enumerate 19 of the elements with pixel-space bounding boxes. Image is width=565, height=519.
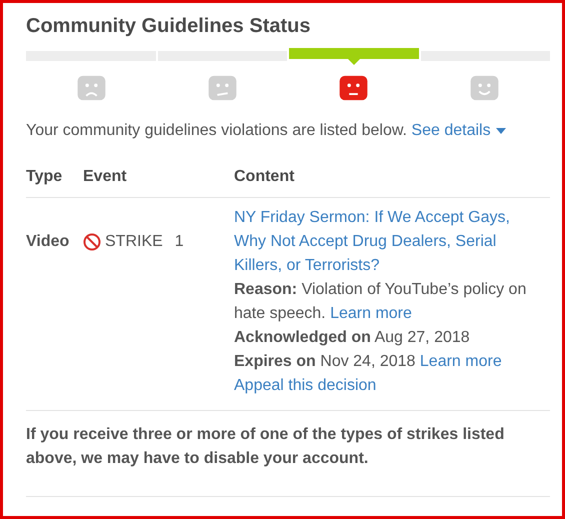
reason-text: Reason: Violation of YouTube’s policy on hate speech. Learn more (234, 280, 528, 324)
column-header: Content (234, 167, 296, 187)
page-title: Community Guidelines Status (26, 14, 312, 39)
acknowledged-text: Acknowledged on Aug 27, 2018 (234, 328, 471, 348)
warning-text: If you receive three or more of one of the types of strikes listed above, we may have to disable your account. (26, 423, 550, 497)
summary-text: Your community guidelines violations are listed below. See details (26, 119, 550, 143)
see-details-link[interactable]: See details (411, 122, 506, 139)
caret-icon (496, 128, 506, 134)
column-header: Event (83, 167, 128, 187)
learn-more-link[interactable]: Learn more (330, 305, 412, 322)
video-title-link[interactable]: NY Friday Sermon: If We Accept Gays, Why Not Accept Drug Dealers, Serial Killers, or Terrorists? (234, 206, 534, 278)
strike-count: 1 (174, 232, 184, 252)
type-cell-text: Video (26, 232, 70, 252)
prohibited-icon (83, 233, 101, 251)
learn-more-link[interactable]: Learn more (420, 353, 502, 370)
column-header: Type (26, 167, 64, 187)
appeal-link[interactable]: Appeal this decision (234, 377, 376, 394)
expires-text: Expires on Nov 24, 2018 Learn more (234, 352, 503, 372)
event-label: STRIKE (105, 232, 163, 252)
